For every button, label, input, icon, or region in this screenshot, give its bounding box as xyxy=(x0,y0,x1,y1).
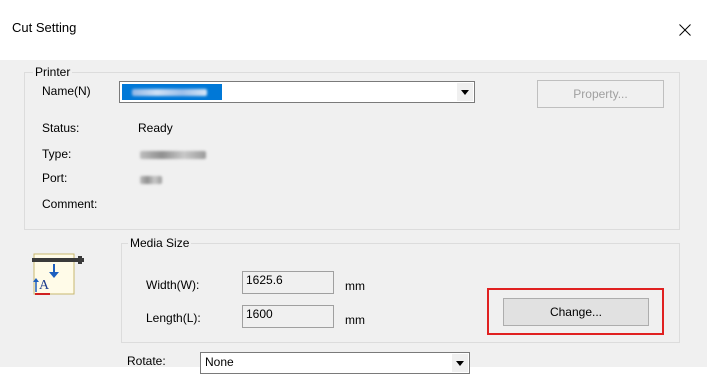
printer-name-combobox[interactable] xyxy=(119,81,475,103)
title-bar: Cut Setting xyxy=(0,0,707,61)
svg-text:A: A xyxy=(39,278,50,293)
media-size-group-label: Media Size xyxy=(128,236,192,250)
rotate-combobox[interactable]: None xyxy=(200,352,470,374)
media-size-icon: A xyxy=(30,248,84,296)
status-label: Status: xyxy=(42,121,80,135)
length-label: Length(L): xyxy=(146,311,201,325)
status-value: Ready xyxy=(138,121,173,135)
window-title: Cut Setting xyxy=(12,20,77,35)
printer-name-redacted xyxy=(132,89,207,96)
rotate-label: Rotate: xyxy=(127,354,166,368)
dialog-client-area: Printer Name(N) Property... Status: Read… xyxy=(0,60,707,374)
width-unit: mm xyxy=(345,279,365,293)
close-button[interactable] xyxy=(663,10,707,50)
change-button[interactable]: Change... xyxy=(503,298,649,326)
width-label: Width(W): xyxy=(146,278,200,292)
type-value-redacted xyxy=(140,151,206,159)
printer-group-label: Printer xyxy=(33,65,73,79)
dropdown-arrow-icon xyxy=(456,360,464,366)
rotate-dropdown-button[interactable] xyxy=(451,354,468,372)
port-value-redacted xyxy=(140,176,162,184)
printer-name-label: Name(N) xyxy=(42,84,91,98)
length-field[interactable]: 1600 xyxy=(242,305,334,328)
comment-label: Comment: xyxy=(42,197,98,211)
type-label: Type: xyxy=(42,147,72,161)
printer-name-selection xyxy=(122,84,222,100)
property-button[interactable]: Property... xyxy=(537,80,664,108)
length-unit: mm xyxy=(345,313,365,327)
dropdown-arrow-icon xyxy=(461,89,469,95)
port-label: Port: xyxy=(42,171,68,185)
printer-name-dropdown-button[interactable] xyxy=(456,83,473,101)
close-icon xyxy=(679,24,691,36)
width-field[interactable]: 1625.6 xyxy=(242,271,334,294)
